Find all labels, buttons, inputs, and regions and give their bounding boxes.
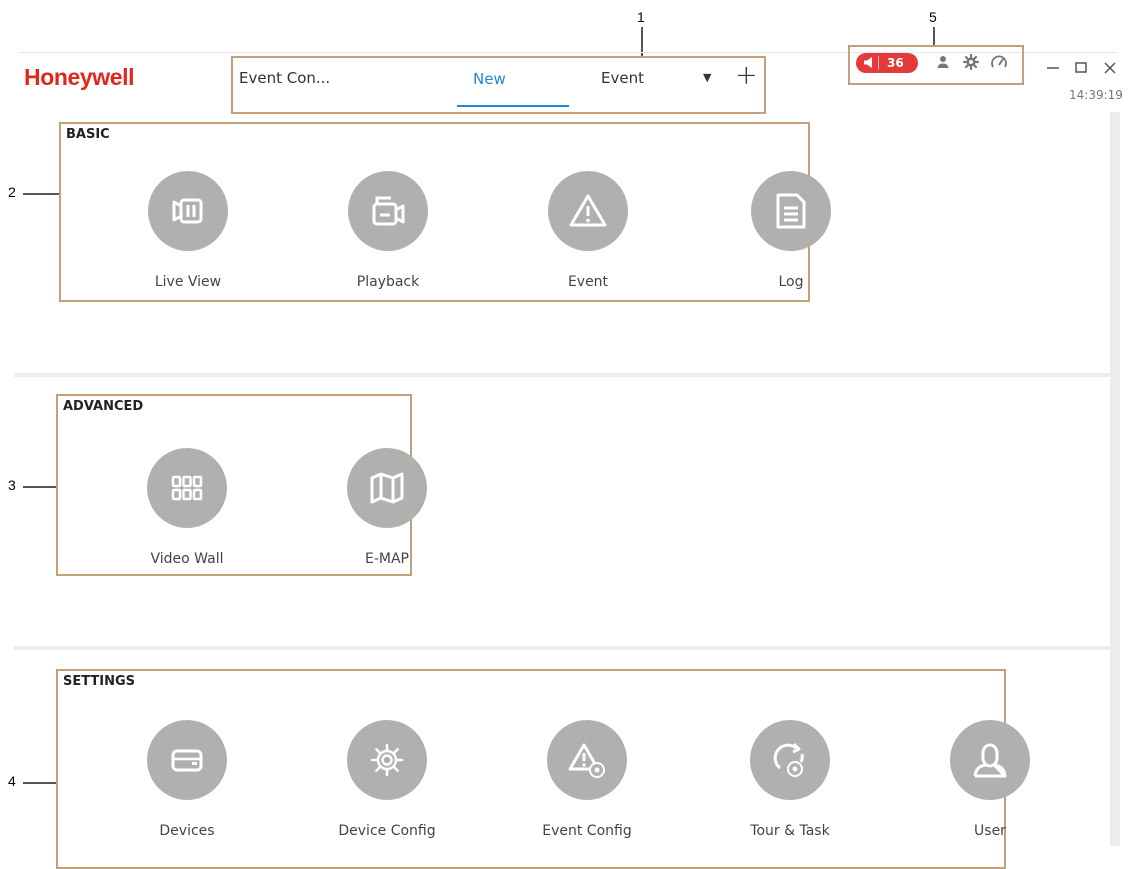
log-document-icon bbox=[751, 171, 831, 251]
map-icon bbox=[347, 448, 427, 528]
tab-event-config[interactable]: Event Con... bbox=[239, 69, 330, 87]
gear-icon[interactable] bbox=[962, 53, 980, 71]
tour-task-tile[interactable]: Tour & Task bbox=[720, 720, 860, 854]
video-wall-label: Video Wall bbox=[150, 551, 224, 567]
speedometer-icon[interactable] bbox=[990, 53, 1008, 71]
callout-3-line bbox=[23, 486, 57, 488]
devices-icon bbox=[147, 720, 227, 800]
callout-3: 3 bbox=[8, 477, 16, 493]
device-config-label: Device Config bbox=[338, 823, 436, 839]
caret-down-icon[interactable]: ▼ bbox=[703, 71, 711, 84]
tab-bar: Event Con... New Event ▼ + bbox=[231, 56, 766, 114]
video-wall-icon bbox=[147, 448, 227, 528]
user-label: User bbox=[974, 823, 1006, 839]
e-map-tile[interactable]: E-MAP bbox=[317, 448, 457, 582]
playback-label: Playback bbox=[356, 274, 420, 290]
playback-icon bbox=[348, 171, 428, 251]
basic-section: BASIC Live View Playback Event Log bbox=[59, 122, 831, 305]
user-tile[interactable]: User bbox=[920, 720, 1060, 854]
vertical-scrollbar[interactable] bbox=[1110, 112, 1120, 846]
speaker-icon bbox=[864, 57, 872, 68]
live-view-label: Live View bbox=[154, 274, 222, 290]
callout-2-line bbox=[23, 193, 60, 195]
alarm-count: 36 bbox=[887, 56, 904, 70]
close-icon[interactable] bbox=[1100, 58, 1120, 78]
callout-1: 1 bbox=[637, 9, 645, 25]
tab-new[interactable]: New bbox=[473, 70, 506, 88]
device-config-tile[interactable]: Device Config bbox=[317, 720, 457, 854]
tab-event[interactable]: Event bbox=[601, 69, 644, 87]
callout-4: 4 bbox=[8, 773, 16, 789]
clock: 14:39:19 bbox=[1069, 88, 1123, 102]
video-wall-tile[interactable]: Video Wall bbox=[117, 448, 257, 582]
section-divider-1 bbox=[14, 373, 1110, 377]
live-view-icon bbox=[148, 171, 228, 251]
devices-tile[interactable]: Devices bbox=[117, 720, 257, 854]
e-map-label: E-MAP bbox=[365, 551, 409, 567]
callout-5-line bbox=[933, 27, 935, 45]
honeywell-logo: Honeywell bbox=[24, 64, 135, 90]
alarm-separator bbox=[878, 56, 879, 70]
log-label: Log bbox=[778, 274, 804, 290]
active-tab-indicator bbox=[457, 105, 569, 107]
playback-tile[interactable]: Playback bbox=[318, 171, 458, 305]
event-config-icon bbox=[547, 720, 627, 800]
plus-icon[interactable]: + bbox=[735, 62, 758, 89]
advanced-section: ADVANCED Video Wall E-MAP bbox=[56, 394, 427, 576]
user-profile-icon bbox=[950, 720, 1030, 800]
user-icon[interactable] bbox=[934, 53, 952, 71]
alarm-badge[interactable]: 36 bbox=[856, 53, 918, 73]
event-config-label: Event Config bbox=[542, 823, 632, 839]
event-config-tile[interactable]: Event Config bbox=[517, 720, 657, 854]
device-config-icon bbox=[347, 720, 427, 800]
event-warning-icon bbox=[548, 171, 628, 251]
minimize-icon[interactable] bbox=[1043, 58, 1063, 78]
event-tile[interactable]: Event bbox=[518, 171, 658, 305]
devices-label: Devices bbox=[159, 823, 215, 839]
callout-2: 2 bbox=[8, 184, 16, 200]
callout-5: 5 bbox=[929, 9, 937, 25]
callout-1-line bbox=[641, 27, 643, 58]
event-label: Event bbox=[567, 274, 609, 290]
settings-section-title: SETTINGS bbox=[63, 674, 136, 689]
tour-task-label: Tour & Task bbox=[750, 823, 830, 839]
live-view-tile[interactable]: Live View bbox=[118, 171, 258, 305]
settings-section: SETTINGS Devices Device Config Event Con… bbox=[56, 669, 1030, 869]
system-toolbar: 36 bbox=[848, 45, 1024, 85]
advanced-section-title: ADVANCED bbox=[63, 399, 144, 414]
maximize-icon[interactable] bbox=[1071, 58, 1091, 78]
tour-task-icon bbox=[750, 720, 830, 800]
callout-4-line bbox=[23, 782, 57, 784]
basic-section-title: BASIC bbox=[66, 127, 110, 142]
section-divider-2 bbox=[14, 646, 1110, 650]
log-tile[interactable]: Log bbox=[721, 171, 861, 305]
